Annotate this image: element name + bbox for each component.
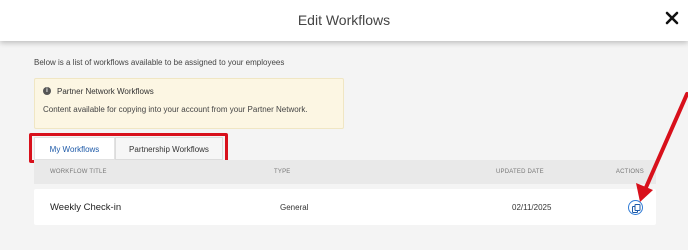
column-header-actions: ACTIONS bbox=[615, 169, 644, 175]
modal-header: Edit Workflows bbox=[0, 0, 688, 41]
workflow-type-cell: General bbox=[280, 203, 309, 212]
tabs-annotation-box bbox=[29, 133, 228, 163]
edit-workflows-modal: Edit Workflows Below is a list of workfl… bbox=[0, 0, 688, 250]
table-row: Weekly Check-in General 02/11/2025 bbox=[34, 189, 656, 225]
modal-title: Edit Workflows bbox=[297, 12, 391, 28]
workflow-title-cell: Weekly Check-in bbox=[50, 202, 122, 213]
copy-workflow-button[interactable] bbox=[628, 200, 643, 215]
partner-network-info-box: i Partner Network Workflows Content avai… bbox=[34, 78, 344, 129]
info-title: Partner Network Workflows bbox=[57, 87, 154, 96]
table-header: WORKFLOW TITLE TYPE UPDATED DATE ACTIONS bbox=[34, 160, 656, 184]
info-icon: i bbox=[43, 87, 51, 95]
column-header-updated-date: UPDATED DATE bbox=[496, 169, 544, 175]
workflow-updated-date-cell: 02/11/2025 bbox=[512, 203, 552, 212]
info-body: Content available for copying into your … bbox=[43, 105, 308, 114]
copy-icon bbox=[632, 204, 641, 213]
close-icon[interactable] bbox=[664, 10, 680, 26]
intro-text: Below is a list of workflows available t… bbox=[34, 58, 285, 67]
column-header-title: WORKFLOW TITLE bbox=[50, 169, 107, 175]
column-header-type: TYPE bbox=[274, 169, 291, 175]
